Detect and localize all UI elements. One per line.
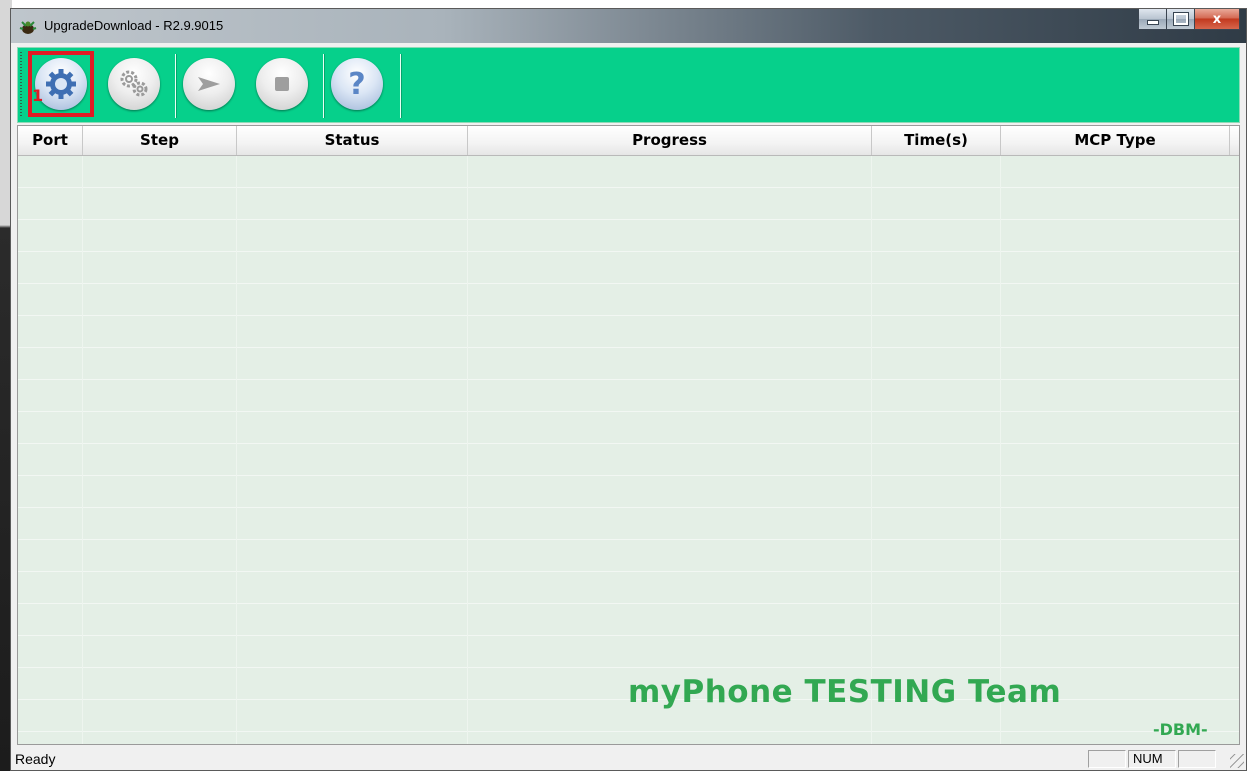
column-header-time[interactable]: Time(s) bbox=[872, 126, 1001, 155]
column-header-status[interactable]: Status bbox=[237, 126, 468, 155]
app-icon bbox=[19, 21, 37, 34]
minimize-button[interactable] bbox=[1138, 9, 1166, 30]
caption-buttons: x bbox=[1138, 9, 1240, 30]
close-button[interactable]: x bbox=[1194, 9, 1240, 30]
highlight-box bbox=[28, 51, 94, 117]
column-line bbox=[82, 156, 83, 744]
status-text: Ready bbox=[15, 751, 56, 767]
maximize-icon bbox=[1172, 12, 1189, 26]
column-header-port[interactable]: Port bbox=[18, 126, 83, 155]
status-pane-scroll bbox=[1178, 750, 1216, 768]
column-header-progress[interactable]: Progress bbox=[468, 126, 872, 155]
status-pane-caps bbox=[1088, 750, 1126, 768]
column-line bbox=[467, 156, 468, 744]
toolbar-grip[interactable] bbox=[20, 52, 22, 118]
toolbar-separator bbox=[323, 54, 325, 118]
status-pane-num: NUM bbox=[1128, 750, 1176, 768]
author-watermark: -DBM- bbox=[1153, 720, 1208, 739]
help-button[interactable]: ? bbox=[331, 58, 383, 110]
column-header-step[interactable]: Step bbox=[83, 126, 237, 155]
help-icon: ? bbox=[348, 66, 366, 102]
close-icon: x bbox=[1212, 11, 1222, 27]
toolbar-separator bbox=[175, 54, 177, 118]
play-icon bbox=[198, 77, 220, 91]
column-line bbox=[871, 156, 872, 744]
toolbar: ? 1 bbox=[17, 47, 1240, 123]
port-list[interactable]: Port Step Status Progress Time(s) MCP Ty… bbox=[17, 125, 1240, 745]
app-window: UpgradeDownload - R2.9.9015 x ? 1 Port S… bbox=[10, 8, 1247, 771]
toolbar-separator bbox=[400, 54, 402, 118]
row-lines bbox=[18, 156, 1239, 744]
gears-icon bbox=[120, 70, 148, 97]
table-header: Port Step Status Progress Time(s) MCP Ty… bbox=[18, 126, 1239, 156]
minimize-icon bbox=[1146, 20, 1159, 25]
column-line bbox=[1000, 156, 1001, 744]
advanced-settings-button[interactable] bbox=[108, 58, 160, 110]
stop-button[interactable] bbox=[256, 58, 308, 110]
window-title: UpgradeDownload - R2.9.9015 bbox=[44, 18, 224, 33]
maximize-button[interactable] bbox=[1166, 9, 1194, 30]
team-watermark: myPhone TESTING Team bbox=[628, 674, 1062, 710]
status-bar: Ready NUM bbox=[11, 748, 1246, 770]
column-header-mcp-type[interactable]: MCP Type bbox=[1001, 126, 1230, 155]
title-bar[interactable]: UpgradeDownload - R2.9.9015 x bbox=[11, 9, 1246, 43]
stop-icon bbox=[275, 77, 289, 91]
column-line bbox=[236, 156, 237, 744]
start-button[interactable] bbox=[183, 58, 235, 110]
resize-grip[interactable] bbox=[1230, 754, 1244, 768]
step-badge: 1 bbox=[32, 86, 44, 105]
